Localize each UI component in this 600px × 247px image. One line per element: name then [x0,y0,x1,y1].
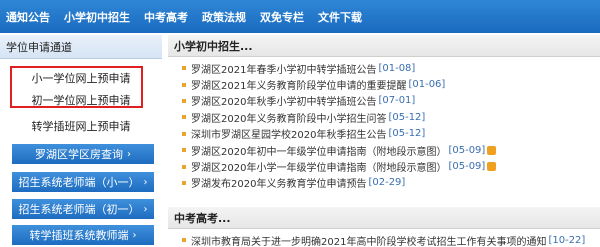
teacher-portal-junior-button[interactable]: 招生系统老师端（初一） › [12,199,154,219]
button-label: 罗湖区学区房查询 [35,148,123,161]
news-date: [05-12] [388,128,426,140]
bullet-icon [182,238,186,243]
list-item[interactable]: 深圳市教育局关于进一步明确2021年高中阶段学校考试招生工作有关事项的通知 [10… [182,232,600,247]
list-item[interactable]: 罗湖区2020年义务教育阶段中小学招生问答 [05-12] [182,109,600,125]
list-item[interactable]: 深圳市罗湖区星园学校2020年秋季招生公告 [05-12] [182,126,600,142]
transfer-teacher-portal-button[interactable]: 转学插班系统教师端 › [12,225,154,245]
top-nav: 通知公告 小学初中招生 中考高考 政策法规 双免专栏 文件下载 [0,0,600,33]
news-title[interactable]: 罗湖发布2020年义务教育学位申请预告 [191,175,366,190]
news-title[interactable]: 罗湖区2021年春季小学初中转学插班公告 [191,61,376,76]
chevron-right-icon: › [143,176,148,188]
list-item[interactable]: 罗湖发布2020年义务教育学位申请预告 [02-29] [182,175,600,191]
section-title-exams[interactable]: 中考高考... [168,207,600,229]
junior-school-apply-link[interactable]: 初一学位网上预申请 [0,92,162,108]
news-title[interactable]: 罗湖区2020年小学一年级学位申请指南（附地段示意图） [191,159,446,174]
bullet-icon [182,66,186,71]
apply-channel-heading: 学位申请通道 [0,35,162,59]
list-item[interactable]: 罗湖区2020年秋季小学初中转学插班公告 [07-01] [182,93,600,109]
button-label: 转学插班系统教师端 [29,229,129,242]
bullet-icon [182,180,186,185]
news-title[interactable]: 罗湖区2020年初中一年级学位申请指南（附地段示意图） [191,143,446,158]
hot-badge-icon: ​ [487,162,497,172]
news-date: [05-09] [448,144,486,156]
nav-policies[interactable]: 政策法规 [202,9,246,25]
list-item[interactable]: 罗湖区2021年春季小学初中转学插班公告 [01-08] [182,60,600,76]
bullet-icon [182,98,186,103]
bullet-icon [182,131,186,136]
news-date: [01-06] [408,79,446,91]
transfer-apply-link[interactable]: 转学插班网上预申请 [0,118,162,134]
list-item[interactable]: 罗湖区2020年小学一年级学位申请指南（附地段示意图） [05-09] ​ [182,158,600,174]
news-date: [05-09] [448,161,486,173]
primary-school-apply-link[interactable]: 小一学位网上预申请 [0,70,162,86]
news-title[interactable]: 罗湖区2021年义务教育阶段学位申请的重要提醒 [191,77,406,92]
nav-notices[interactable]: 通知公告 [6,9,50,25]
news-list: 罗湖区2021年春季小学初中转学插班公告 [01-08] 罗湖区2021年义务教育… [168,57,600,191]
chevron-right-icon: › [132,229,137,241]
news-date: [07-01] [378,95,416,107]
nav-free-column[interactable]: 双免专栏 [260,9,304,25]
news-title[interactable]: 罗湖区2020年义务教育阶段中小学招生问答 [191,110,386,125]
news-title[interactable]: 深圳市教育局关于进一步明确2021年高中阶段学校考试招生工作有关事项的通知 [191,233,546,247]
button-label: 招生系统老师端（初一） [18,203,140,216]
news-date: [01-08] [378,62,416,74]
button-label: 招生系统老师端（小一） [18,176,140,189]
chevron-right-icon: › [143,203,148,215]
news-date: [10-22] [548,234,586,246]
news-date: [02-29] [368,177,406,189]
list-item[interactable]: 罗湖区2020年初中一年级学位申请指南（附地段示意图） [05-09] ​ [182,142,600,158]
right-column: 小学初中招生... 罗湖区2021年春季小学初中转学插班公告 [01-08] 罗湖… [168,35,600,247]
chevron-right-icon: › [127,148,131,160]
nav-downloads[interactable]: 文件下载 [318,9,362,25]
news-list: 深圳市教育局关于进一步明确2021年高中阶段学校考试招生工作有关事项的通知 [10… [168,229,600,247]
news-title[interactable]: 罗湖区2020年秋季小学初中转学插班公告 [191,93,376,108]
bullet-icon [182,115,186,120]
nav-primary-junior-enrollment[interactable]: 小学初中招生 [64,9,130,25]
exams-panel: 中考高考... 深圳市教育局关于进一步明确2021年高中阶段学校考试招生工作有关… [168,207,600,247]
school-district-query-button[interactable]: 罗湖区学区房查询 › [12,144,154,164]
nav-exams[interactable]: 中考高考 [144,9,188,25]
bullet-icon [182,164,186,169]
section-title-enrollment[interactable]: 小学初中招生... [168,35,600,57]
left-column: 学位申请通道 小一学位网上预申请 初一学位网上预申请 转学插班网上预申请 罗湖区… [0,35,162,247]
list-item[interactable]: 罗湖区2021年义务教育阶段学位申请的重要提醒 [01-06] [182,76,600,92]
bullet-icon [182,148,186,153]
teacher-portal-primary-button[interactable]: 招生系统老师端（小一） › [12,172,154,192]
news-date: [05-12] [388,111,426,123]
bullet-icon [182,82,186,87]
news-title[interactable]: 深圳市罗湖区星园学校2020年秋季招生公告 [191,126,386,141]
hot-badge-icon: ​ [487,145,497,155]
